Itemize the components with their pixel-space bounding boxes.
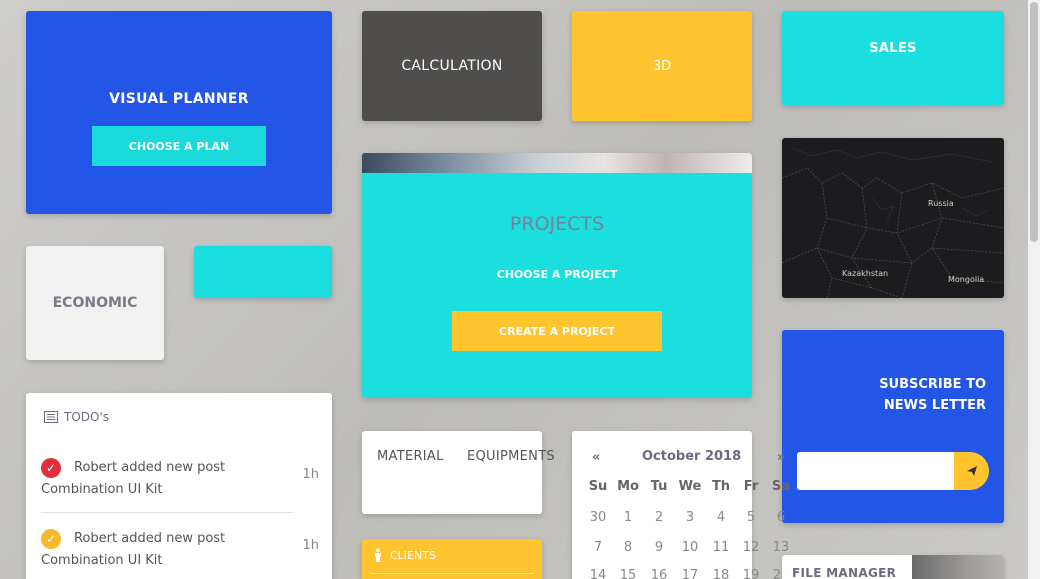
- calendar-month-label: October 2018: [642, 449, 742, 464]
- calendar-prev-button[interactable]: «: [592, 450, 600, 465]
- calendar-day[interactable]: 1: [613, 510, 643, 525]
- projects-title: PROJECTS: [509, 213, 605, 235]
- newsletter-email-input[interactable]: [797, 452, 957, 490]
- list-icon: [44, 411, 58, 423]
- sales-card[interactable]: SALES: [782, 11, 1004, 105]
- economic-title: ECONOMIC: [52, 295, 138, 311]
- map-label-kazakhstan: Kazakhstan: [842, 269, 889, 278]
- choose-project-link[interactable]: CHOOSE A PROJECT: [362, 268, 752, 281]
- map-label-mongolia: Mongolia: [948, 275, 985, 284]
- weekday-label: Su: [588, 479, 608, 494]
- material-card: MATERIAL EQUIPMENTS: [362, 431, 555, 514]
- choose-plan-button[interactable]: CHOOSE A PLAN: [92, 126, 266, 166]
- map-borders: [782, 147, 1004, 298]
- newsletter-send-button[interactable]: [954, 452, 989, 490]
- todo-title: TODO's: [64, 410, 110, 424]
- todo-item[interactable]: ✓ Robert added new post Combination UI K…: [41, 455, 319, 515]
- calendar-day[interactable]: 15: [613, 568, 643, 579]
- projects-header-image: [362, 153, 752, 173]
- three-d-title: 3D: [652, 58, 672, 74]
- calculation-title: CALCULATION: [401, 58, 503, 74]
- map-label-russia: Russia: [928, 199, 954, 208]
- scrollbar-thumb[interactable]: [1030, 2, 1038, 242]
- calendar-next-button[interactable]: »: [777, 450, 785, 465]
- subscribe-card: SUBSCRIBE TO NEWS LETTER: [782, 330, 1004, 523]
- todo-card: TODO's ✓ Robert added new post Combinati…: [26, 393, 332, 579]
- three-d-card[interactable]: 3D: [572, 11, 752, 121]
- calendar-card: « October 2018 » Su Mo Tu We Th Fr Sa 30…: [572, 431, 790, 579]
- file-manager-card[interactable]: FILE MANAGER: [782, 555, 1004, 579]
- subscribe-title: SUBSCRIBE TO NEWS LETTER: [846, 374, 986, 416]
- calendar-day[interactable]: 19: [736, 568, 766, 579]
- clients-divider: [370, 573, 534, 574]
- create-project-button[interactable]: CREATE A PROJECT: [452, 311, 662, 351]
- weekday-label: Mo: [617, 479, 639, 494]
- calendar-day[interactable]: 13: [766, 540, 796, 555]
- visual-planner-title: VISUAL PLANNER: [109, 91, 249, 107]
- calendar-day[interactable]: 7: [583, 540, 613, 555]
- send-icon: [966, 466, 977, 476]
- map-widget[interactable]: Russia Kazakhstan Mongolia: [782, 138, 1004, 298]
- calendar-day[interactable]: 3: [675, 510, 705, 525]
- calendar-day[interactable]: 11: [706, 540, 736, 555]
- calendar-day[interactable]: 30: [583, 510, 613, 525]
- todo-item-time: 1h: [302, 538, 319, 553]
- tab-material[interactable]: MATERIAL: [377, 449, 444, 464]
- clients-title: CLIENTS: [390, 548, 436, 562]
- todo-item-time: 1h: [302, 467, 319, 482]
- calendar-day[interactable]: 16: [644, 568, 674, 579]
- visual-planner-card: VISUAL PLANNER CHOOSE A PLAN: [26, 11, 332, 214]
- weekday-label: Sa: [771, 479, 791, 494]
- projects-card: PROJECTS CHOOSE A PROJECT CREATE A PROJE…: [362, 153, 752, 398]
- economic-card[interactable]: ECONOMIC: [26, 246, 164, 360]
- todo-item-text: Robert added new post Combination UI Kit: [41, 531, 226, 568]
- weekday-label: Th: [711, 479, 731, 494]
- subscribe-title-line2: NEWS LETTER: [883, 398, 986, 413]
- sales-title: SALES: [869, 41, 917, 56]
- file-manager-title: FILE MANAGER: [792, 566, 897, 579]
- clients-card: CLIENTS: [362, 539, 542, 579]
- todo-item[interactable]: ✓ Robert added new post Combination UI K…: [41, 526, 319, 579]
- subscribe-title-line1: SUBSCRIBE TO: [879, 377, 986, 392]
- weekday-label: We: [678, 479, 702, 494]
- clients-header: CLIENTS: [374, 548, 436, 562]
- calendar-day[interactable]: 17: [675, 568, 705, 579]
- calendar-day[interactable]: 12: [736, 540, 766, 555]
- todo-item-text: Robert added new post Combination UI Kit: [41, 460, 226, 497]
- calendar-day[interactable]: 4: [706, 510, 736, 525]
- calendar-day[interactable]: 18: [706, 568, 736, 579]
- todo-divider: [41, 512, 293, 513]
- file-manager-image: [912, 555, 1004, 579]
- calendar-day[interactable]: 9: [644, 540, 674, 555]
- calendar-day[interactable]: 8: [613, 540, 643, 555]
- page-scrollbar[interactable]: [1028, 0, 1040, 579]
- calendar-day[interactable]: 14: [583, 568, 613, 579]
- person-icon: [375, 548, 381, 562]
- tab-equipments[interactable]: EQUIPMENTS: [467, 449, 555, 464]
- todo-header: TODO's: [44, 410, 109, 424]
- weekday-label: Tu: [650, 479, 668, 494]
- calendar-day[interactable]: 10: [675, 540, 705, 555]
- calendar-day[interactable]: 5: [736, 510, 766, 525]
- calendar-day[interactable]: 6: [766, 510, 796, 525]
- calendar-day[interactable]: 2: [644, 510, 674, 525]
- cyan-tile[interactable]: [194, 246, 332, 298]
- weekday-label: Fr: [743, 479, 759, 494]
- calculation-card[interactable]: CALCULATION: [362, 11, 542, 121]
